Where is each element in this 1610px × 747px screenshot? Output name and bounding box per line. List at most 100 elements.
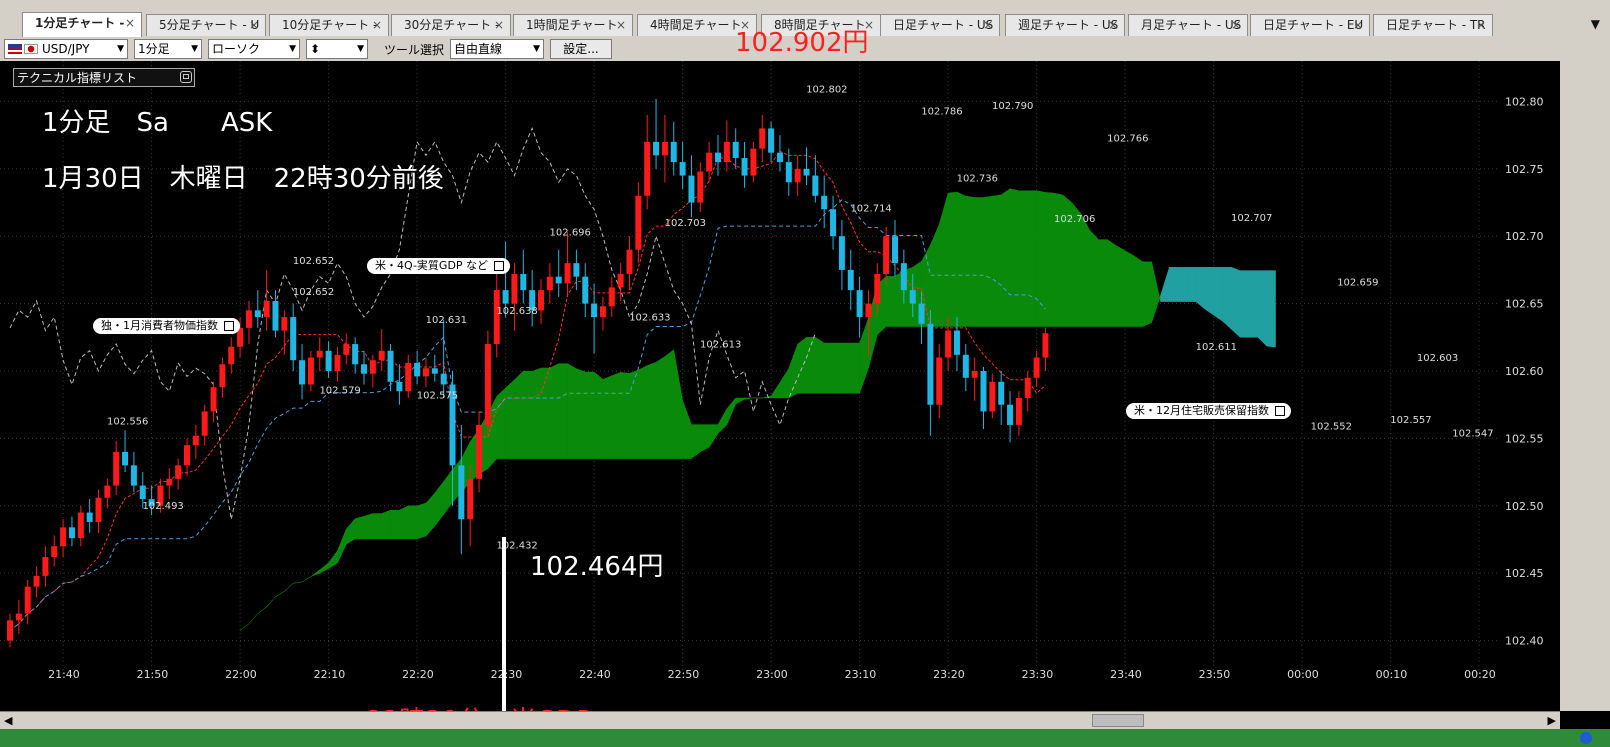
candle-body: [77, 512, 84, 539]
candle-body: [325, 350, 332, 371]
tab-label: 日足チャート - TR: [1386, 18, 1486, 32]
tab-9[interactable]: 月足チャート - US ×: [1128, 14, 1248, 36]
candle-body: [113, 451, 120, 486]
panel-toggle-icon[interactable]: [180, 71, 192, 83]
x-tick-label: 00:10: [1376, 668, 1408, 681]
y-tick-label: 102.60: [1505, 365, 1544, 378]
scrollbar-thumb[interactable]: [1092, 714, 1144, 727]
ichimoku-cloud-segment: [859, 318, 869, 394]
tab-label: 30分足チャート -: [404, 18, 500, 32]
checkbox-icon[interactable]: [1275, 406, 1285, 416]
ichimoku-cloud-segment: [1080, 213, 1090, 327]
close-icon[interactable]: ×: [1231, 15, 1241, 35]
event-tag-us-pending-home-sales[interactable]: 米・12月住宅販売保留指数: [1126, 403, 1291, 419]
ichimoku-cloud-segment: [1204, 266, 1214, 316]
tab-3[interactable]: 30分足チャート - ×: [391, 14, 511, 36]
tab-7[interactable]: 日足チャート - US ×: [880, 14, 1000, 36]
drawing-tool-select[interactable]: 自由直線 ▼: [450, 39, 544, 59]
candle-body: [511, 273, 518, 304]
close-icon[interactable]: ×: [1476, 15, 1486, 35]
chart-type-select[interactable]: ローソク ▼: [208, 39, 300, 59]
tab-1[interactable]: 5分足チャート - U ×: [146, 14, 266, 36]
ichimoku-cloud-segment: [1027, 190, 1037, 327]
close-icon[interactable]: ×: [1108, 15, 1118, 35]
ichimoku-cloud-segment: [443, 468, 453, 516]
candle-body: [24, 586, 31, 614]
candle-body: [555, 276, 562, 284]
checkbox-icon[interactable]: [224, 321, 234, 331]
close-icon[interactable]: ×: [494, 15, 504, 35]
ichimoku-cloud-segment: [797, 336, 807, 394]
timeframe-select[interactable]: 1分足 ▼: [134, 39, 202, 59]
ichimoku-cloud-segment: [301, 576, 312, 583]
ichimoku-cloud-segment: [434, 480, 444, 527]
indicator-list-label: テクニカル指標リスト: [17, 71, 138, 85]
ichimoku-cloud-segment: [1116, 245, 1126, 327]
status-icon: [1580, 732, 1592, 744]
horizontal-scrollbar[interactable]: ◀ ▶: [0, 711, 1560, 730]
candle-body: [892, 236, 898, 264]
ichimoku-cloud-segment: [1266, 270, 1276, 348]
settings-button[interactable]: 設定...: [550, 39, 612, 59]
indicator-list-panel[interactable]: テクニカル指標リスト: [13, 68, 195, 87]
price-label: 102.603: [1417, 353, 1458, 364]
price-label: 102.652: [293, 287, 334, 298]
ichimoku-cloud-segment: [496, 387, 506, 459]
close-icon[interactable]: ×: [249, 15, 259, 35]
checkbox-icon[interactable]: [494, 261, 505, 271]
close-icon[interactable]: ×: [1353, 15, 1363, 35]
candle-body: [458, 465, 465, 520]
tab-0[interactable]: 1分足チャート - ×: [22, 12, 142, 37]
candle-body: [838, 236, 845, 270]
ichimoku-cloud-segment: [1222, 266, 1232, 330]
ichimoku-cloud-segment: [602, 375, 613, 459]
close-icon[interactable]: ×: [372, 15, 382, 35]
ichimoku-cloud-segment: [1000, 188, 1011, 327]
event-tag-de-cpi[interactable]: 独・1月消費者物価指数: [93, 318, 240, 334]
tab-4[interactable]: 1時間足チャート ×: [513, 14, 633, 36]
ichimoku-cloud-segment: [646, 361, 657, 459]
ichimoku-cloud-segment: [682, 400, 692, 459]
candle-body: [670, 141, 677, 163]
ichimoku-cloud-segment: [293, 581, 303, 584]
tab-8[interactable]: 週足チャート - US ×: [1005, 14, 1125, 36]
chart-type-value: ローソク: [212, 42, 261, 56]
candle-body: [86, 512, 93, 522]
close-icon[interactable]: ×: [616, 15, 626, 35]
event-label: 米・4Q-実質GDP など: [375, 259, 489, 272]
ichimoku-cloud-segment: [363, 513, 374, 540]
tab-10[interactable]: 日足チャート - EU ×: [1250, 14, 1370, 36]
ichimoku-cloud-segment: [354, 515, 365, 540]
x-tick-label: 22:20: [402, 668, 434, 681]
ichimoku-cloud-segment: [841, 342, 851, 394]
ichimoku-cloud-segment: [328, 549, 338, 569]
price-label: 102.659: [1337, 277, 1378, 288]
ichimoku-cloud-segment: [1231, 266, 1241, 338]
x-tick-label: 22:30: [491, 668, 523, 681]
scroll-right-icon[interactable]: ▶: [1548, 714, 1556, 727]
line-style-select[interactable]: ⬍ ▼: [306, 39, 368, 59]
status-bar: [0, 729, 1610, 747]
ichimoku-cloud-segment: [1009, 188, 1020, 327]
ichimoku-cloud-segment: [337, 528, 347, 564]
price-label: 102.557: [1390, 415, 1431, 426]
ichimoku-cloud-segment: [239, 623, 250, 631]
tab-overflow-icon[interactable]: ▼: [1591, 17, 1600, 31]
x-tick-label: 22:10: [314, 668, 346, 681]
tab-label: 1分足チャート -: [35, 16, 125, 30]
ichimoku-cloud-segment: [1036, 190, 1046, 327]
ichimoku-cloud-segment: [1054, 192, 1064, 327]
currency-pair-select[interactable]: USD/JPY ▼: [4, 39, 128, 59]
ichimoku-cloud-segment: [762, 395, 772, 399]
y-tick-label: 102.70: [1505, 230, 1544, 243]
event-tag-us-gdp[interactable]: 米・4Q-実質GDP など: [367, 258, 511, 274]
close-icon[interactable]: ×: [125, 13, 135, 33]
candle-body: [378, 350, 385, 361]
tab-11[interactable]: 日足チャート - TR ×: [1373, 14, 1493, 36]
candle-body: [122, 451, 129, 466]
candle-body: [228, 346, 235, 365]
scroll-left-icon[interactable]: ◀: [4, 714, 12, 727]
tab-2[interactable]: 10分足チャート - ×: [269, 14, 389, 36]
close-icon[interactable]: ×: [983, 15, 993, 35]
candle-body: [883, 236, 890, 274]
